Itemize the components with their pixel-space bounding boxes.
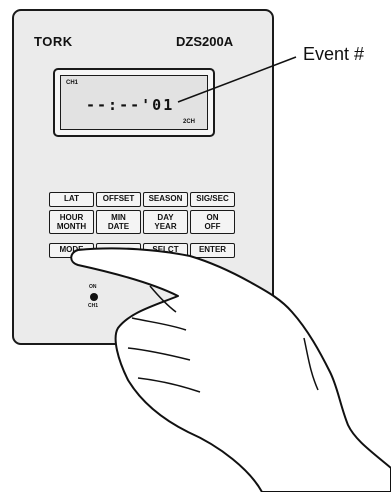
pointing-hand-icon [70,247,391,492]
